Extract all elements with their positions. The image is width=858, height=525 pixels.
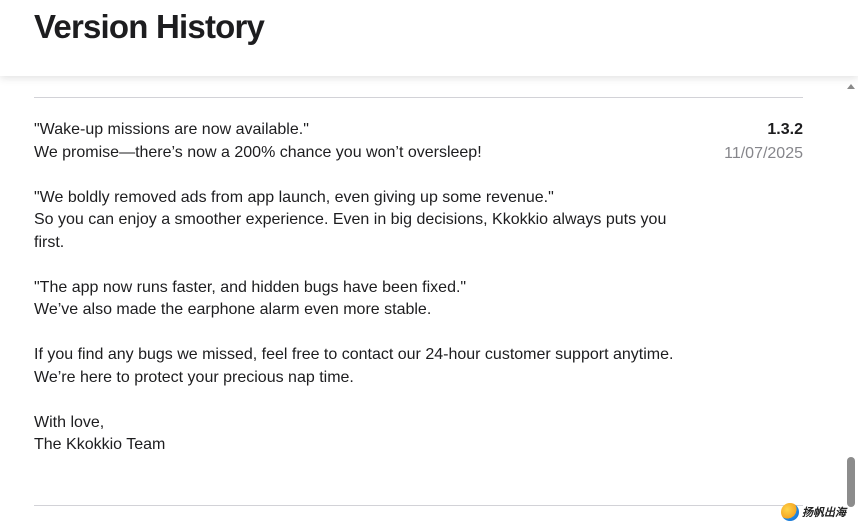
release-note-paragraph: "We boldly removed ads from app launch, … [34,187,694,255]
release-notes: "Wake-up missions are now available." We… [34,119,694,479]
watermark-text: 扬帆出海 [802,507,846,519]
release-note-paragraph: With love, The Kkokkio Team [34,412,694,457]
vertical-scrollbar[interactable] [844,76,858,525]
release-note-line: "Wake-up missions are now available." [34,121,309,138]
release-note-line: "We boldly removed ads from app launch, … [34,188,554,206]
version-history-content[interactable]: "Wake-up missions are now available." We… [0,76,844,525]
release-meta: 1.3.2 11/07/2025 [724,119,803,167]
scrollbar-thumb[interactable] [847,457,855,507]
divider-top [34,97,803,98]
release-note-line: With love, [34,413,105,431]
watermark-logo-icon [781,503,799,521]
release-note-paragraph: If you find any bugs we missed, feel fre… [34,344,694,389]
release-date: 11/07/2025 [724,145,803,162]
divider-bottom [34,505,803,506]
release-note-line: We’ve also made the earphone alarm even … [34,301,432,318]
release-note-line: So you can enjoy a smoother experience. … [34,211,667,251]
release-note-line: We promise—there’s now a 200% chance you… [34,143,482,161]
app-window: Version History "Wake-up missions are no… [0,0,858,525]
page-title: Version History [34,8,265,45]
release-note-line: "The app now runs faster, and hidden bug… [34,278,467,296]
release-note-line: We’re here to protect your precious nap … [34,368,354,386]
release-note-paragraph: "The app now runs faster, and hidden bug… [34,277,694,322]
release-note-paragraph: "Wake-up missions are now available." We… [34,119,694,164]
release-note-line: If you find any bugs we missed, feel fre… [34,346,674,363]
version-number: 1.3.2 [767,121,803,138]
release-note-line: The Kkokkio Team [34,436,166,453]
watermark: 扬帆出海 [781,503,846,521]
page-header: Version History [0,0,858,76]
scroll-up-arrow-icon[interactable] [847,84,855,89]
